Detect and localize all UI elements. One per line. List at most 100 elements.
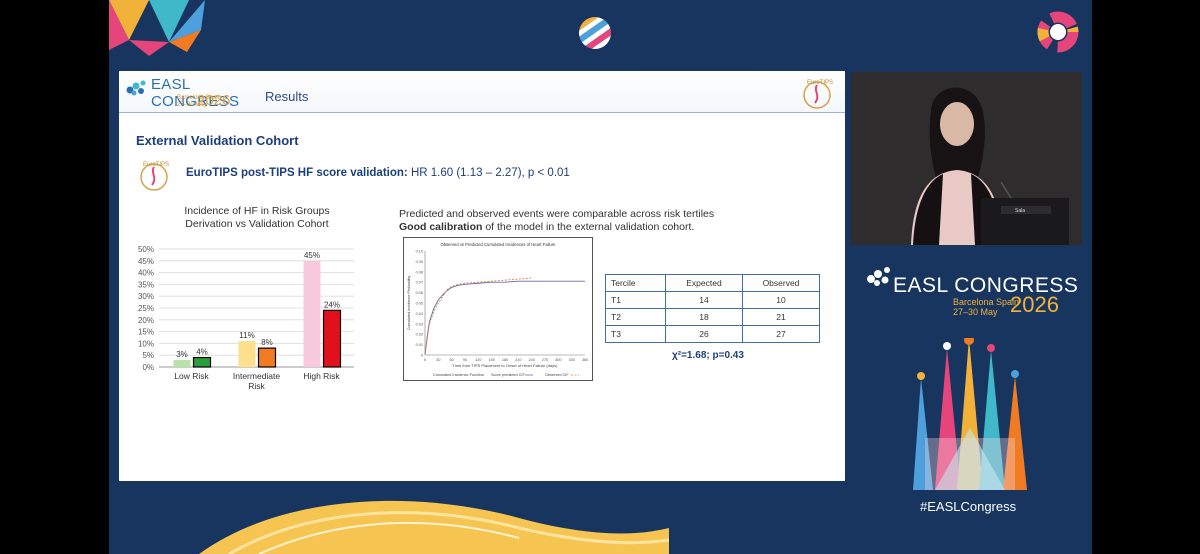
calibration-line-chart: Observed vs Predicted Cumulated Incidenc… xyxy=(403,237,593,381)
hr-value: HR 1.60 (1.13 – 2.27), p < 0.01 xyxy=(410,167,570,179)
chi-square-result: χ²=1.68; p=0.43 xyxy=(672,350,744,361)
slide: EASL CONGRESS Barcelona Spain 27–30 May … xyxy=(119,71,845,481)
speaker-video: Sala xyxy=(851,72,1082,245)
bar xyxy=(173,359,191,367)
legend-entry: Observed CIF xyxy=(545,373,569,377)
table-cell: 27 xyxy=(742,325,820,343)
y-tick-label: 0% xyxy=(142,363,154,372)
x-category-label: High Risk xyxy=(303,371,340,381)
bar-chart-title: Incidence of HF in Risk Groups Derivatio… xyxy=(184,205,330,230)
y-tick-label: 0.08 xyxy=(416,270,423,274)
bar xyxy=(238,341,256,367)
slide-header-title: Results xyxy=(265,89,309,104)
x-tick-label: 60 xyxy=(450,358,454,362)
slide-header: EASL CONGRESS Barcelona Spain 27–30 May … xyxy=(119,71,845,113)
svg-text:EuroTIPS: EuroTIPS xyxy=(143,162,169,168)
easl-dots-icon xyxy=(867,267,890,286)
striped-circle-logo xyxy=(578,16,612,50)
table-row: T1 14 10 xyxy=(605,291,820,309)
table-row: T3 26 27 xyxy=(605,325,820,343)
bar-data-label: 45% xyxy=(304,251,320,260)
eurotips-logo-icon: EuroTIPS xyxy=(803,80,833,109)
y-tick-label: 0.01 xyxy=(416,343,423,347)
y-tick-label: 0.02 xyxy=(416,333,423,337)
y-tick-label: 25% xyxy=(138,304,154,313)
x-tick-label: 330 xyxy=(568,358,574,362)
bar-data-label: 4% xyxy=(196,348,208,357)
table-cell: T2 xyxy=(605,308,666,326)
x-tick-label: 0 xyxy=(424,358,426,362)
tercile-table: Tercile Expected Observed T1 14 10 T2 18… xyxy=(605,274,820,343)
x-category-label: Intermediate xyxy=(233,371,281,381)
table-header-row: Tercile Expected Observed xyxy=(605,274,820,292)
hashtag: #EASLCongress xyxy=(920,499,1017,514)
y-tick-label: 50% xyxy=(138,245,154,254)
bar xyxy=(192,356,212,368)
y-tick-label: 0 xyxy=(421,354,423,358)
podium-label: Sala xyxy=(1015,208,1025,214)
table-cell: 26 xyxy=(665,325,743,343)
table-header-cell: Tercile xyxy=(605,274,666,292)
x-category-label: Low Risk xyxy=(174,371,209,381)
y-tick-label: 0.10 xyxy=(416,250,423,254)
y-tick-label: 45% xyxy=(138,257,154,266)
y-axis-label: Cumulated Incidence Probability xyxy=(407,276,411,331)
bar-chart: 0% 5% 10% 15% 20% 25% 30% 35% 40% 45% 50% 3% 4% Low R… xyxy=(138,245,354,391)
svg-text:EuroTIPS: EuroTIPS xyxy=(807,80,833,86)
y-tick-label: 10% xyxy=(138,339,154,348)
x-tick-label: 120 xyxy=(475,358,481,362)
x-tick-label: 30 xyxy=(436,358,440,362)
bar-data-label: 3% xyxy=(176,350,188,359)
gold-wave-decoration xyxy=(199,500,669,554)
y-tick-label: 40% xyxy=(138,269,154,278)
chart-title: Observed vs Predicted Cumulated Incidenc… xyxy=(441,242,557,247)
y-tick-label: 30% xyxy=(138,292,154,301)
x-tick-label: 360 xyxy=(582,358,588,362)
bar xyxy=(303,260,321,367)
table-cell: T1 xyxy=(605,291,666,309)
y-tick-label: 0.04 xyxy=(416,312,423,316)
y-tick-label: 15% xyxy=(138,328,154,337)
table-cell: 21 xyxy=(742,308,820,326)
x-category-label: Risk xyxy=(248,381,265,391)
x-tick-label: 180 xyxy=(502,358,508,362)
table-cell: T3 xyxy=(605,325,666,343)
table-cell: 10 xyxy=(742,291,820,309)
y-tick-label: 0.05 xyxy=(416,302,423,306)
table-cell: 18 xyxy=(665,308,743,326)
bar xyxy=(257,347,277,368)
section-title: External Validation Cohort xyxy=(136,133,299,148)
bar-data-label: 8% xyxy=(261,338,273,347)
easl-dots-icon xyxy=(126,80,146,96)
y-tick-label: 0.09 xyxy=(416,260,423,264)
y-tick-label: 20% xyxy=(138,316,154,325)
ring-logo xyxy=(1037,11,1079,53)
y-tick-label: 0.06 xyxy=(416,291,423,295)
calibration-text: Predicted and observed events were compa… xyxy=(399,208,715,233)
bar-data-label: 24% xyxy=(324,300,340,309)
sagrada-familia-illustration xyxy=(913,338,1027,490)
table-header-cell: Observed xyxy=(742,274,820,292)
bar-data-label: 11% xyxy=(239,331,254,340)
y-tick-label: 5% xyxy=(142,351,154,360)
congress-year: 2026 xyxy=(1010,292,1059,317)
easl-logo: EASL CONGRESS Barcelona Spain 27–30 May … xyxy=(125,74,265,112)
legend-entry: Score predicted CIF xyxy=(491,373,525,377)
logo-year: 2026 xyxy=(197,92,231,109)
eurotips-logo-icon: EuroTIPS xyxy=(140,162,169,191)
x-tick-label: 150 xyxy=(488,358,494,362)
hr-result: EuroTIPS post-TIPS HF score validation: … xyxy=(186,167,570,179)
y-tick-label: 35% xyxy=(138,280,154,289)
x-tick-label: 240 xyxy=(528,358,534,362)
decorative-triangles xyxy=(109,0,205,56)
hr-label: EuroTIPS post-TIPS HF score validation: xyxy=(186,167,408,179)
table-header-cell: Expected xyxy=(665,274,743,292)
legend-entry: Cumulated Incidence Function xyxy=(433,373,484,377)
table-cell: 14 xyxy=(665,291,743,309)
table-row: T2 18 21 xyxy=(605,308,820,326)
y-tick-label: 0.03 xyxy=(416,322,423,326)
x-tick-label: 90 xyxy=(463,358,467,362)
x-axis-label: Time from TIPS Placement to Onset of Hea… xyxy=(453,363,559,368)
x-tick-label: 270 xyxy=(542,358,548,362)
x-tick-label: 210 xyxy=(515,358,521,362)
